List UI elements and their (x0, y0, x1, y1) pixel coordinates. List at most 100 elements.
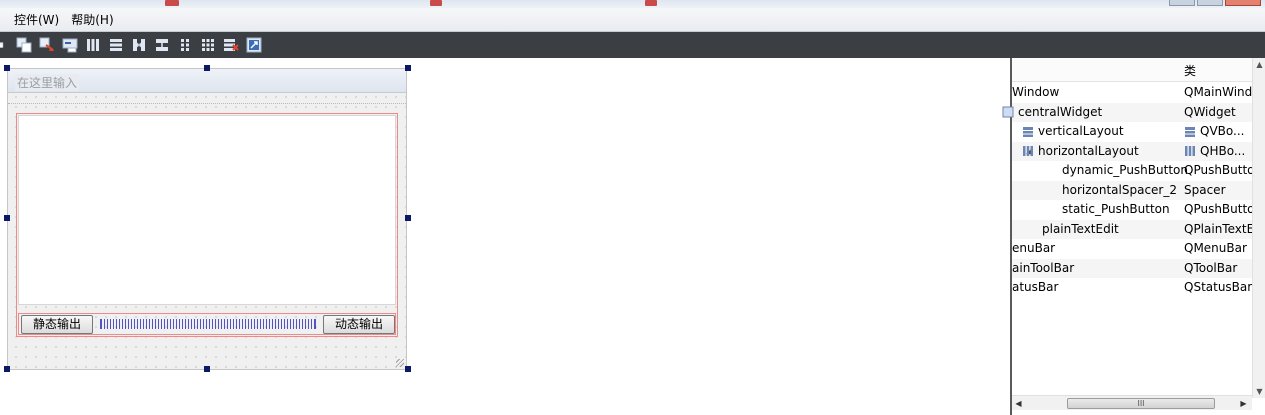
selection-handle[interactable] (4, 366, 10, 372)
main-window-form[interactable]: 在这里输入 静态输出 动态输出 (7, 68, 407, 370)
inspector-row[interactable]: enuBar QMenuBar (1012, 239, 1252, 258)
object-name-text: atusBar (1012, 280, 1059, 294)
layout-grid-icon[interactable] (198, 35, 218, 55)
taskbar-app-icon (645, 0, 657, 6)
form-editor-canvas: 在这里输入 静态输出 动态输出 (0, 58, 1010, 415)
inspector-row[interactable]: centralWidget QWidget (1002, 102, 1252, 122)
window-controls (1169, 0, 1261, 6)
edit-signals-icon[interactable] (37, 35, 57, 55)
selection-handle[interactable] (204, 366, 210, 372)
object-name: atusBar (1012, 278, 1058, 297)
selection-handle[interactable] (4, 65, 10, 71)
title-strip (0, 0, 1265, 8)
close-button[interactable] (1225, 0, 1261, 6)
object-name-text: centralWidget (1018, 104, 1103, 119)
scroll-down-icon[interactable]: ▼ (1253, 385, 1265, 398)
widget-icon (1002, 106, 1014, 118)
adjust-size-icon[interactable] (244, 35, 264, 55)
object-name: plainTextEdit (1042, 220, 1119, 239)
object-name: horizontalSpacer_2 (1062, 181, 1177, 200)
inspector-row[interactable]: Window QMainWind (1012, 83, 1252, 102)
inspector-row[interactable]: dynamic_PushButton QPushButto (1012, 161, 1252, 180)
send-to-back-icon[interactable] (0, 35, 8, 55)
object-class: Spacer (1184, 181, 1252, 200)
object-class: QPushButto (1184, 161, 1252, 180)
scroll-thumb[interactable]: III (1067, 398, 1215, 409)
object-class-text: QPlainTextE (1184, 221, 1252, 236)
inspector-row[interactable]: plainTextEdit QPlainTextE (1012, 219, 1252, 239)
maximize-button[interactable] (1197, 0, 1223, 6)
form-menu-bar: 在这里输入 (8, 69, 406, 93)
object-class: QPushButto (1184, 200, 1252, 219)
form-toolbar-area (8, 93, 406, 104)
inspector-row[interactable]: atusBar QStatusBar (1012, 278, 1252, 297)
layout-horizontal-icon[interactable] (83, 35, 103, 55)
object-name-text: horizontalSpacer_2 (1062, 182, 1177, 197)
object-class: QMenuBar (1184, 239, 1252, 258)
object-name: enuBar (1012, 239, 1055, 258)
inspector-row[interactable]: static_PushButton QPushButto (1012, 200, 1252, 219)
menu-placeholder[interactable]: 在这里输入 (15, 74, 80, 91)
horizontal-scrollbar[interactable]: ◀ III ▶ (1012, 395, 1252, 410)
object-name-text: enuBar (1012, 241, 1056, 255)
object-name: horizontalLayout (1022, 142, 1139, 161)
object-name-text: verticalLayout (1038, 124, 1124, 138)
static-push-button[interactable]: 静态输出 (21, 315, 93, 334)
object-class-text: QMainWind (1184, 85, 1252, 99)
object-name: static_PushButton (1062, 200, 1170, 219)
object-name-text: static_PushButton (1062, 202, 1170, 216)
vlayout-icon (1023, 126, 1033, 137)
vertical-layout[interactable]: 静态输出 动态输出 (16, 113, 398, 337)
scroll-up-icon[interactable]: ▲ (1253, 58, 1265, 71)
object-class: QToolBar (1184, 259, 1252, 278)
scroll-left-icon[interactable]: ◀ (1012, 396, 1025, 411)
object-class: QMainWind (1184, 83, 1252, 102)
object-name: centralWidget (1002, 103, 1102, 122)
dynamic-push-button[interactable]: 动态输出 (323, 315, 395, 334)
selection-handle[interactable] (405, 366, 411, 372)
hlayout-icon (1185, 146, 1195, 156)
size-grip-icon[interactable] (396, 359, 404, 367)
plain-text-edit[interactable] (18, 115, 396, 305)
object-inspector: 类 Window QMainWind centralWidget QWidget ver… (1002, 58, 1265, 415)
object-class: QHBo... (1184, 142, 1252, 161)
horizontal-spacer[interactable] (100, 319, 316, 329)
edit-buddies-icon[interactable] (60, 35, 80, 55)
object-name: verticalLayout (1022, 122, 1124, 141)
menu-widgets[interactable]: 控件(W) (8, 8, 65, 32)
object-class-text: Spacer (1184, 182, 1226, 197)
object-class: QPlainTextE (1184, 220, 1252, 239)
inspector-row[interactable]: verticalLayout QVBo... (1012, 122, 1252, 141)
vertical-scrollbar[interactable]: ▲ ▼ (1252, 58, 1265, 398)
object-class: QVBo... (1184, 122, 1252, 141)
layout-vertical-splitter-icon[interactable] (152, 35, 172, 55)
inspector-row[interactable]: horizontalSpacer_2 Spacer (1012, 180, 1252, 200)
menu-help[interactable]: 帮助(H) (65, 8, 119, 32)
scroll-right-icon[interactable]: ▶ (1237, 396, 1250, 411)
hlayout-icon (1023, 146, 1033, 156)
class-column-header[interactable]: 类 (1184, 62, 1196, 79)
horizontal-layout[interactable]: 静态输出 动态输出 (18, 313, 396, 335)
selection-handle[interactable] (405, 215, 411, 221)
object-class: QWidget (1184, 103, 1252, 122)
taskbar-app-icon (165, 0, 179, 6)
selection-handle[interactable] (4, 215, 10, 221)
bring-to-front-icon[interactable] (14, 35, 34, 55)
layout-form-icon[interactable] (175, 35, 195, 55)
object-name-text: horizontalLayout (1038, 143, 1139, 158)
layout-horizontal-splitter-icon[interactable] (129, 35, 149, 55)
inspector-row[interactable]: ainToolBar QToolBar (1012, 258, 1252, 278)
object-name: Window (1012, 83, 1059, 102)
minimize-button[interactable] (1169, 0, 1195, 6)
object-class-text: QPushButto (1184, 202, 1252, 216)
selection-handle[interactable] (204, 65, 210, 71)
selection-handle[interactable] (405, 65, 411, 71)
menu-bar: 控件(W) 帮助(H) (0, 8, 1265, 32)
object-class-text: QVBo... (1200, 124, 1245, 138)
inspector-row[interactable]: ◢ horizontalLayout QHBo... (1012, 141, 1252, 161)
form-toolbar (0, 32, 1265, 58)
layout-vertical-icon[interactable] (106, 35, 126, 55)
object-name-text: ainToolBar (1012, 260, 1075, 275)
object-class: QStatusBar (1184, 278, 1252, 297)
break-layout-icon[interactable] (221, 35, 241, 55)
